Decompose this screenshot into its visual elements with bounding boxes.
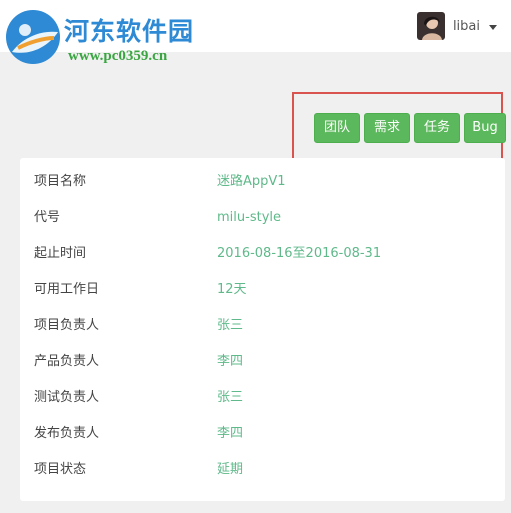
project-info-card: 项目名称 迷路AppV1 代号 milu-style 起止时间 2016-08-…: [20, 158, 505, 501]
logo-url: www.pc0359.cn: [68, 48, 168, 64]
info-row-project-name: 项目名称 迷路AppV1: [34, 172, 494, 192]
field-label: 项目名称: [34, 174, 87, 189]
field-label: 代号: [34, 210, 61, 225]
field-value: 2016-08-16至2016-08-31: [217, 246, 382, 261]
info-row-release-owner: 发布负责人 李四: [34, 424, 494, 444]
requirements-button[interactable]: 需求: [364, 113, 410, 143]
field-label: 起止时间: [34, 246, 87, 261]
status-value: 延期: [217, 462, 244, 477]
logo-title: 河东软件园: [64, 17, 195, 46]
avatar[interactable]: [416, 12, 445, 40]
user-menu[interactable]: libai: [416, 11, 497, 41]
logo-mark-icon: [6, 10, 60, 64]
top-bar: 河东软件园 www.pc0359.cn libai: [0, 0, 511, 64]
info-row-test-owner: 测试负责人 张三: [34, 388, 494, 408]
field-value: 李四: [217, 354, 244, 369]
field-label: 项目负责人: [34, 318, 100, 333]
chevron-down-icon[interactable]: [489, 24, 497, 30]
field-label: 发布负责人: [34, 426, 100, 441]
field-value: 李四: [217, 426, 244, 441]
field-value: 12天: [217, 282, 247, 297]
user-name[interactable]: libai: [453, 19, 480, 34]
tasks-button[interactable]: 任务: [414, 113, 460, 143]
field-value: 迷路AppV1: [217, 174, 286, 189]
info-row-working-days: 可用工作日 12天: [34, 280, 494, 300]
info-row-code: 代号 milu-style: [34, 208, 494, 228]
field-label: 测试负责人: [34, 390, 100, 405]
info-row-project-owner: 项目负责人 张三: [34, 316, 494, 336]
field-value: milu-style: [217, 210, 281, 225]
bug-button[interactable]: Bug: [464, 113, 506, 143]
field-label: 项目状态: [34, 462, 87, 477]
info-row-date-range: 起止时间 2016-08-16至2016-08-31: [34, 244, 494, 264]
info-row-project-status: 项目状态 延期: [34, 460, 494, 480]
field-value: 张三: [217, 318, 244, 333]
team-button[interactable]: 团队: [314, 113, 360, 143]
site-logo[interactable]: 河东软件园 www.pc0359.cn: [4, 6, 224, 70]
info-row-product-owner: 产品负责人 李四: [34, 352, 494, 372]
field-value: 张三: [217, 390, 244, 405]
field-label: 产品负责人: [34, 354, 100, 369]
avatar-image-icon: [416, 12, 445, 40]
field-label: 可用工作日: [34, 282, 100, 297]
